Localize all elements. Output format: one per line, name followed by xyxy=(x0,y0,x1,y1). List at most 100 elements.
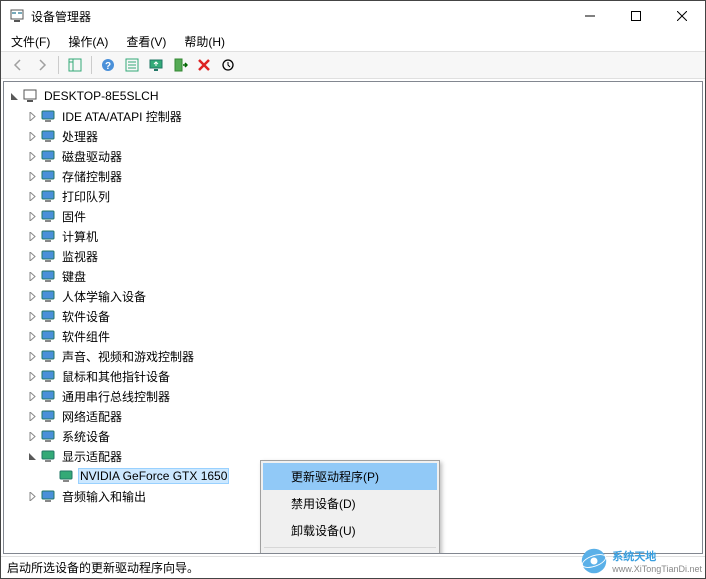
maximize-button[interactable] xyxy=(613,1,659,31)
tree-node[interactable]: 固件 xyxy=(4,206,702,226)
tree-node[interactable]: 监视器 xyxy=(4,246,702,266)
device-category-icon xyxy=(40,428,56,444)
toolbar-separator xyxy=(91,56,92,74)
expander-icon[interactable] xyxy=(24,168,40,184)
expander-icon[interactable] xyxy=(24,488,40,504)
window-title: 设备管理器 xyxy=(31,8,567,25)
device-category-icon xyxy=(40,288,56,304)
expander-icon[interactable] xyxy=(24,388,40,404)
expander-icon[interactable] xyxy=(24,188,40,204)
tree-node[interactable]: 人体学输入设备 xyxy=(4,286,702,306)
tree-node-label: 键盘 xyxy=(60,267,88,286)
scan-hardware-button[interactable] xyxy=(217,54,239,76)
tree-node[interactable]: 通用串行总线控制器 xyxy=(4,386,702,406)
tree-node[interactable]: 存储控制器 xyxy=(4,166,702,186)
tree-node-label: 鼠标和其他指针设备 xyxy=(60,367,172,386)
expander-icon[interactable] xyxy=(24,228,40,244)
titlebar: 设备管理器 xyxy=(1,1,705,31)
tree-node-label: 磁盘驱动器 xyxy=(60,147,124,166)
tree-node-label: IDE ATA/ATAPI 控制器 xyxy=(60,107,184,126)
context-menu-uninstall[interactable]: 卸载设备(U) xyxy=(263,517,437,544)
expander-icon[interactable] xyxy=(6,88,22,104)
expander-icon[interactable] xyxy=(24,268,40,284)
context-menu: 更新驱动程序(P) 禁用设备(D) 卸载设备(U) 扫描检测硬件改动(A) xyxy=(260,460,440,554)
expander-icon[interactable] xyxy=(24,348,40,364)
expander-icon[interactable] xyxy=(24,128,40,144)
device-category-icon xyxy=(40,248,56,264)
help-button[interactable]: ? xyxy=(97,54,119,76)
device-category-icon xyxy=(40,408,56,424)
expander-icon[interactable] xyxy=(24,408,40,424)
close-button[interactable] xyxy=(659,1,705,31)
tree-node-label: 存储控制器 xyxy=(60,167,124,186)
tree-node[interactable]: 声音、视频和游戏控制器 xyxy=(4,346,702,366)
show-hide-tree-button[interactable] xyxy=(64,54,86,76)
tree-node-label: NVIDIA GeForce GTX 1650 xyxy=(78,468,229,484)
device-category-icon xyxy=(40,148,56,164)
display-adapter-icon xyxy=(40,448,56,464)
app-icon xyxy=(9,8,25,24)
device-category-icon xyxy=(40,348,56,364)
tree-node-label: 监视器 xyxy=(60,247,100,266)
properties-button[interactable] xyxy=(121,54,143,76)
expander-icon[interactable] xyxy=(24,328,40,344)
device-category-icon xyxy=(40,188,56,204)
tree-node-label: 处理器 xyxy=(60,127,100,146)
menu-help[interactable]: 帮助(H) xyxy=(180,32,229,51)
device-category-icon xyxy=(40,208,56,224)
expander-icon[interactable] xyxy=(24,368,40,384)
menu-action[interactable]: 操作(A) xyxy=(64,32,112,51)
expander-icon[interactable] xyxy=(24,308,40,324)
update-driver-button[interactable] xyxy=(145,54,167,76)
status-text: 启动所选设备的更新驱动程序向导。 xyxy=(7,559,199,576)
expander-icon[interactable] xyxy=(24,448,40,464)
tree-node-label: 人体学输入设备 xyxy=(60,287,148,306)
tree-node[interactable]: 软件组件 xyxy=(4,326,702,346)
tree-node[interactable]: 系统设备 xyxy=(4,426,702,446)
expander-icon[interactable] xyxy=(24,108,40,124)
tree-node[interactable]: 磁盘驱动器 xyxy=(4,146,702,166)
tree-node[interactable]: 处理器 xyxy=(4,126,702,146)
tree-node-label: 系统设备 xyxy=(60,427,112,446)
expander-icon[interactable] xyxy=(24,428,40,444)
device-category-icon xyxy=(40,128,56,144)
uninstall-button[interactable] xyxy=(193,54,215,76)
menubar: 文件(F) 操作(A) 查看(V) 帮助(H) xyxy=(1,31,705,51)
gpu-icon xyxy=(58,468,74,484)
context-menu-disable[interactable]: 禁用设备(D) xyxy=(263,490,437,517)
tree-node-label: 软件设备 xyxy=(60,307,112,326)
tree-root[interactable]: DESKTOP-8E5SLCH xyxy=(4,86,702,106)
tree-node-label: 计算机 xyxy=(60,227,100,246)
tree-node[interactable]: 键盘 xyxy=(4,266,702,286)
device-category-icon xyxy=(40,388,56,404)
tree-node[interactable]: IDE ATA/ATAPI 控制器 xyxy=(4,106,702,126)
tree-node-label: DESKTOP-8E5SLCH xyxy=(42,88,161,104)
device-category-icon xyxy=(40,108,56,124)
back-button[interactable] xyxy=(7,54,29,76)
context-menu-scan[interactable]: 扫描检测硬件改动(A) xyxy=(263,551,437,554)
minimize-button[interactable] xyxy=(567,1,613,31)
tree-node[interactable]: 鼠标和其他指针设备 xyxy=(4,366,702,386)
device-category-icon xyxy=(40,268,56,284)
context-menu-update-driver[interactable]: 更新驱动程序(P) xyxy=(263,463,437,490)
tree-node-label: 音频输入和输出 xyxy=(60,487,148,506)
forward-button[interactable] xyxy=(31,54,53,76)
statusbar: 启动所选设备的更新驱动程序向导。 xyxy=(1,556,705,578)
disable-button[interactable] xyxy=(169,54,191,76)
svg-text:?: ? xyxy=(105,61,111,72)
tree-node[interactable]: 打印队列 xyxy=(4,186,702,206)
tree-node-label: 通用串行总线控制器 xyxy=(60,387,172,406)
expander-icon[interactable] xyxy=(24,208,40,224)
tree-area[interactable]: DESKTOP-8E5SLCH IDE ATA/ATAPI 控制器处理器磁盘驱动器… xyxy=(3,81,703,554)
tree-node[interactable]: 软件设备 xyxy=(4,306,702,326)
device-category-icon xyxy=(40,308,56,324)
expander-icon[interactable] xyxy=(24,288,40,304)
menu-file[interactable]: 文件(F) xyxy=(7,32,54,51)
tree-node[interactable]: 计算机 xyxy=(4,226,702,246)
tree-node[interactable]: 网络适配器 xyxy=(4,406,702,426)
device-category-icon xyxy=(40,228,56,244)
expander-icon[interactable] xyxy=(24,248,40,264)
toolbar: ? xyxy=(1,51,705,79)
menu-view[interactable]: 查看(V) xyxy=(122,32,170,51)
expander-icon[interactable] xyxy=(24,148,40,164)
